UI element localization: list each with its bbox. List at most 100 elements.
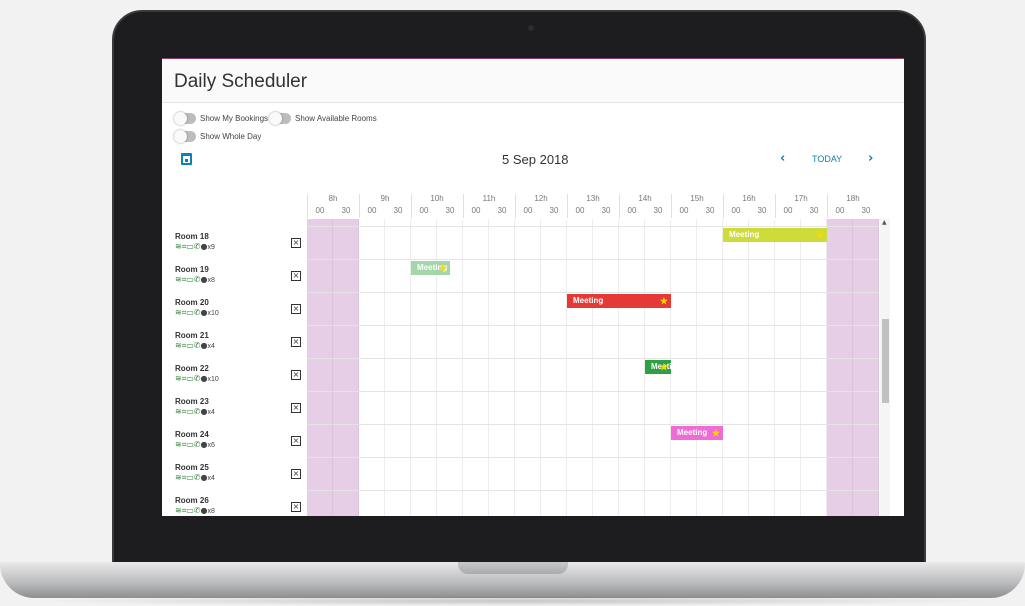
camera [528, 25, 534, 31]
close-icon[interactable]: × [291, 370, 301, 380]
row-divider [307, 391, 879, 392]
room-name: Room 24 [175, 430, 209, 439]
time-slot[interactable] [671, 219, 697, 516]
star-icon: ★ [815, 230, 824, 240]
minute-label: 30 [341, 206, 351, 215]
row-divider [307, 292, 879, 293]
off-hours-slot[interactable] [827, 219, 853, 516]
booking-event[interactable]: Meeting★ [411, 261, 450, 275]
time-slot[interactable] [515, 219, 541, 516]
row-divider [307, 358, 879, 359]
close-icon[interactable]: × [291, 502, 301, 512]
minute-label: 00 [731, 206, 741, 215]
hour-label: 13h [586, 194, 600, 203]
wifi-icon: ≋ [175, 374, 182, 383]
video-icon: ▭ [186, 407, 194, 416]
room-row[interactable]: Room 18 ≋⌗▭✆●x9 × [162, 227, 307, 260]
wifi-icon: ≋ [175, 242, 182, 251]
hour-divider [307, 194, 308, 218]
time-slot[interactable] [463, 219, 489, 516]
scroll-up-arrow[interactable]: ▲ [882, 219, 887, 226]
room-row[interactable]: Room 20 ≋⌗▭✆●x10 × [162, 293, 307, 326]
my-bookings-switch[interactable] [174, 111, 196, 125]
time-slot[interactable] [385, 219, 411, 516]
hour-label: 12h [534, 194, 548, 203]
time-slot[interactable] [723, 219, 749, 516]
time-slot[interactable] [749, 219, 775, 516]
booking-event[interactable]: Meeting★ [645, 360, 671, 374]
time-slot[interactable] [801, 219, 827, 516]
close-icon[interactable]: × [291, 403, 301, 413]
chevron-right-icon[interactable]: › [868, 151, 873, 166]
time-slot[interactable] [619, 219, 645, 516]
room-row[interactable]: Room 23 ≋⌗▭✆●x4 × [162, 392, 307, 425]
hour-label: 17h [794, 194, 808, 203]
room-row[interactable]: Room 24 ≋⌗▭✆●x6 × [162, 425, 307, 458]
minute-label: 00 [835, 206, 845, 215]
room-features: ≋⌗▭✆●x6 [175, 440, 215, 450]
room-row[interactable]: Room 25 ≋⌗▭✆●x4 × [162, 458, 307, 491]
time-slot[interactable] [775, 219, 801, 516]
room-name: Room 18 [175, 232, 209, 241]
calendar-icon[interactable] [181, 153, 192, 165]
hour-divider [567, 194, 568, 218]
hour-divider [359, 194, 360, 218]
time-slot[interactable] [359, 219, 385, 516]
close-icon[interactable]: × [291, 337, 301, 347]
room-features: ≋⌗▭✆●x8 [175, 506, 215, 516]
video-icon: ▭ [186, 440, 194, 449]
minute-label: 00 [471, 206, 481, 215]
minute-label: 30 [445, 206, 455, 215]
time-slot[interactable] [489, 219, 515, 516]
off-hours-slot[interactable] [333, 219, 359, 516]
minute-label: 30 [601, 206, 611, 215]
row-divider [307, 457, 879, 458]
room-name: Room 23 [175, 397, 209, 406]
close-icon[interactable]: × [291, 238, 301, 248]
close-icon[interactable]: × [291, 304, 301, 314]
timeline-header: 8h 00 30 9h 00 30 10h 00 30 11h 00 30 12h 00 30 13h 00 30… [307, 194, 879, 218]
time-slot[interactable] [541, 219, 567, 516]
hour-divider [515, 194, 516, 218]
minute-label: 30 [861, 206, 871, 215]
time-slot[interactable] [593, 219, 619, 516]
room-features: ≋⌗▭✆●x10 [175, 374, 219, 384]
minute-label: 00 [419, 206, 429, 215]
minute-label: 30 [705, 206, 715, 215]
date-bar: 5 Sep 2018 ‹ TODAY › [162, 147, 904, 173]
whole-day-switch[interactable] [174, 129, 196, 143]
minute-label: 00 [679, 206, 689, 215]
room-row[interactable]: Room 22 ≋⌗▭✆●x10 × [162, 359, 307, 392]
close-icon[interactable]: × [291, 469, 301, 479]
booking-label: Meeting [573, 296, 604, 305]
chevron-left-icon[interactable]: ‹ [780, 151, 785, 166]
available-rooms-switch[interactable] [269, 111, 292, 125]
booking-event[interactable]: Meeting★ [671, 426, 723, 440]
schedule-grid[interactable]: Meeting★Meeting★Meeting★Meeting★Meeting★ [307, 219, 879, 516]
close-icon[interactable]: × [291, 271, 301, 281]
room-capacity: x6 [207, 442, 215, 449]
schedule-body: Room 18 ≋⌗▭✆●x9 × Room 19 ≋⌗▭✆●x8 × Room 20 ≋⌗▭… [162, 219, 904, 516]
close-icon[interactable]: × [291, 436, 301, 446]
available-rooms-label: Show Available Rooms [295, 113, 377, 123]
booking-event[interactable]: Meeting★ [723, 228, 827, 242]
hour-label: 18h [846, 194, 860, 203]
scroll-thumb[interactable] [882, 319, 889, 403]
minute-label: 30 [549, 206, 559, 215]
today-button[interactable]: TODAY [812, 154, 842, 164]
room-row[interactable]: Room 21 ≋⌗▭✆●x4 × [162, 326, 307, 359]
off-hours-slot[interactable] [307, 219, 333, 516]
wifi-icon: ≋ [175, 341, 182, 350]
hour-divider [775, 194, 776, 218]
booking-event[interactable]: Meeting★ [567, 294, 671, 308]
off-hours-slot[interactable] [853, 219, 879, 516]
time-slot[interactable] [567, 219, 593, 516]
room-row[interactable]: Room 19 ≋⌗▭✆●x8 × [162, 260, 307, 293]
minute-label: 00 [523, 206, 533, 215]
time-slot[interactable] [697, 219, 723, 516]
hour-divider [619, 194, 620, 218]
star-icon: ★ [659, 362, 668, 372]
current-date: 5 Sep 2018 [502, 152, 569, 167]
room-capacity: x4 [207, 409, 215, 416]
room-row[interactable]: Room 26 ≋⌗▭✆●x8 × [162, 491, 307, 516]
